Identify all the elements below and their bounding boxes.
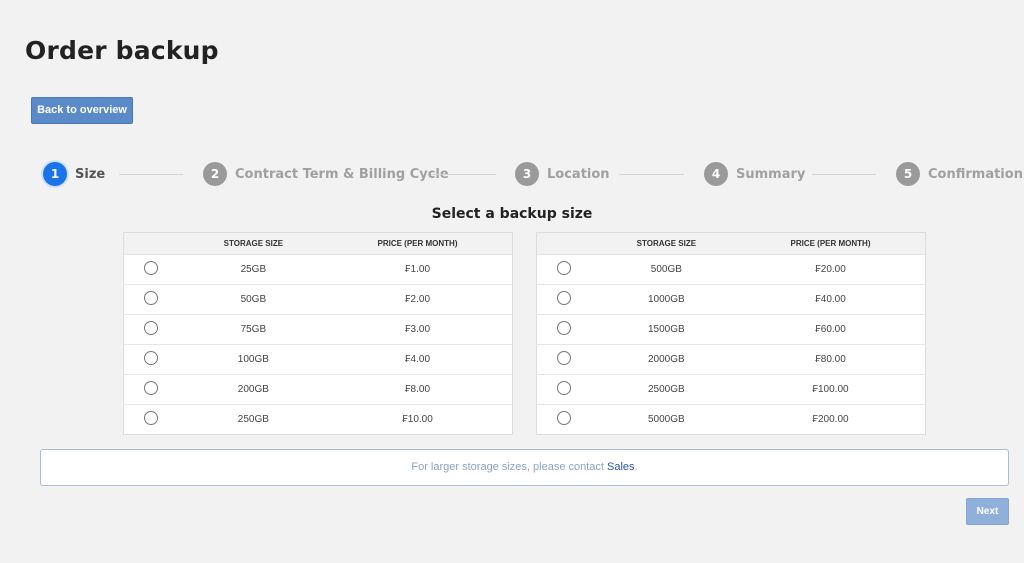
backup-size-table-left: STORAGE SIZE PRICE (PER MONTH) 25GB ₣1.0…: [123, 232, 513, 435]
order-backup-page: Order backup Back to overview 1 Size 2 C…: [0, 0, 1024, 563]
price-cell: ₣40.00: [815, 294, 846, 305]
table-header-row: STORAGE SIZE PRICE (PER MONTH): [123, 232, 513, 255]
price-cell: ₣3.00: [404, 324, 431, 335]
step-label: Size: [75, 166, 106, 182]
price-cell: ₣4.00: [404, 354, 431, 365]
table-row[interactable]: 250GB ₣10.00: [124, 405, 513, 435]
step-contract-term: 2 Contract Term & Billing Cycle: [203, 162, 449, 186]
table-row[interactable]: 75GB ₣3.00: [123, 315, 513, 345]
table-row[interactable]: 1500GB ₣60.00: [536, 315, 926, 345]
storage-size-cell: 75GB: [240, 324, 267, 335]
info-text: For larger storage sizes, please contact: [411, 461, 608, 473]
storage-size-cell: 25GB: [240, 264, 267, 275]
price-cell: ₣2.00: [404, 294, 431, 305]
step-label: Location: [547, 166, 610, 182]
size-radio-button[interactable]: [556, 410, 571, 425]
storage-size-cell: 250GB: [237, 414, 269, 425]
size-radio-button[interactable]: [143, 290, 158, 305]
size-radio-button[interactable]: [556, 260, 571, 275]
info-suffix: .: [634, 461, 638, 473]
step-label: Confirmation: [928, 166, 1023, 182]
page-title: Order backup: [25, 36, 219, 65]
step-number: 1: [43, 162, 67, 186]
step-size: 1 Size: [43, 162, 105, 186]
size-radio-button[interactable]: [143, 380, 158, 395]
step-number: 2: [203, 162, 227, 186]
price-cell: ₣80.00: [815, 354, 846, 365]
storage-size-cell: 100GB: [237, 354, 269, 365]
step-connector: [119, 174, 183, 175]
table-row[interactable]: 200GB ₣8.00: [123, 375, 513, 405]
table-row[interactable]: 1000GB ₣40.00: [536, 285, 926, 315]
table-row[interactable]: 5000GB ₣200.00: [537, 405, 926, 435]
radio-column-header: [123, 232, 184, 255]
table-row[interactable]: 500GB ₣20.00: [536, 255, 926, 285]
step-connector: [431, 174, 496, 175]
section-title: Select a backup size: [431, 206, 593, 222]
table-row[interactable]: 100GB ₣4.00: [123, 345, 513, 375]
step-connector: [619, 174, 684, 175]
table-row[interactable]: 2500GB ₣100.00: [536, 375, 926, 405]
size-radio-button[interactable]: [143, 410, 158, 425]
price-cell: ₣200.00: [812, 414, 849, 425]
step-label: Contract Term & Billing Cycle: [235, 166, 449, 182]
backup-size-table-right: STORAGE SIZE PRICE (PER MONTH) 500GB ₣20…: [536, 232, 926, 435]
table-row[interactable]: 2000GB ₣80.00: [536, 345, 926, 375]
back-to-overview-button[interactable]: Back to overview: [31, 97, 133, 124]
price-header: PRICE (PER MONTH): [323, 232, 513, 255]
price-cell: ₣60.00: [815, 324, 846, 335]
storage-size-cell: 500GB: [650, 264, 682, 275]
step-location: 3 Location: [515, 162, 610, 186]
step-label: Summary: [736, 166, 806, 182]
storage-size-cell: 5000GB: [648, 414, 685, 425]
sales-contact-link[interactable]: Sales: [607, 461, 635, 473]
table-row[interactable]: 50GB ₣2.00: [123, 285, 513, 315]
size-radio-button[interactable]: [143, 320, 158, 335]
price-cell: ₣8.00: [404, 384, 431, 395]
price-cell: ₣10.00: [402, 414, 433, 425]
radio-column-header: [536, 232, 597, 255]
storage-size-cell: 200GB: [237, 384, 269, 395]
larger-sizes-info-box: For larger storage sizes, please contact…: [40, 449, 1009, 486]
size-radio-button[interactable]: [143, 350, 158, 365]
price-cell: ₣20.00: [815, 264, 846, 275]
storage-size-header: STORAGE SIZE: [183, 232, 324, 255]
step-number: 3: [515, 162, 539, 186]
step-summary: 4 Summary: [704, 162, 805, 186]
price-cell: ₣100.00: [812, 384, 849, 395]
size-radio-button[interactable]: [556, 380, 571, 395]
price-cell: ₣1.00: [404, 264, 431, 275]
storage-size-cell: 1000GB: [648, 294, 685, 305]
storage-size-cell: 2500GB: [648, 384, 685, 395]
storage-size-cell: 2000GB: [648, 354, 685, 365]
step-number: 5: [896, 162, 920, 186]
size-radio-button[interactable]: [556, 290, 571, 305]
size-radio-button[interactable]: [556, 320, 571, 335]
step-connector: [812, 174, 876, 175]
size-radio-button[interactable]: [556, 350, 571, 365]
size-radio-button[interactable]: [143, 260, 158, 275]
step-confirmation: 5 Confirmation: [896, 162, 1023, 186]
next-button[interactable]: Next: [966, 498, 1009, 525]
step-number: 4: [704, 162, 728, 186]
storage-size-header: STORAGE SIZE: [596, 232, 737, 255]
price-header: PRICE (PER MONTH): [736, 232, 926, 255]
storage-size-cell: 50GB: [240, 294, 267, 305]
storage-size-cell: 1500GB: [648, 324, 685, 335]
table-row[interactable]: 25GB ₣1.00: [123, 255, 513, 285]
table-header-row: STORAGE SIZE PRICE (PER MONTH): [536, 232, 926, 255]
